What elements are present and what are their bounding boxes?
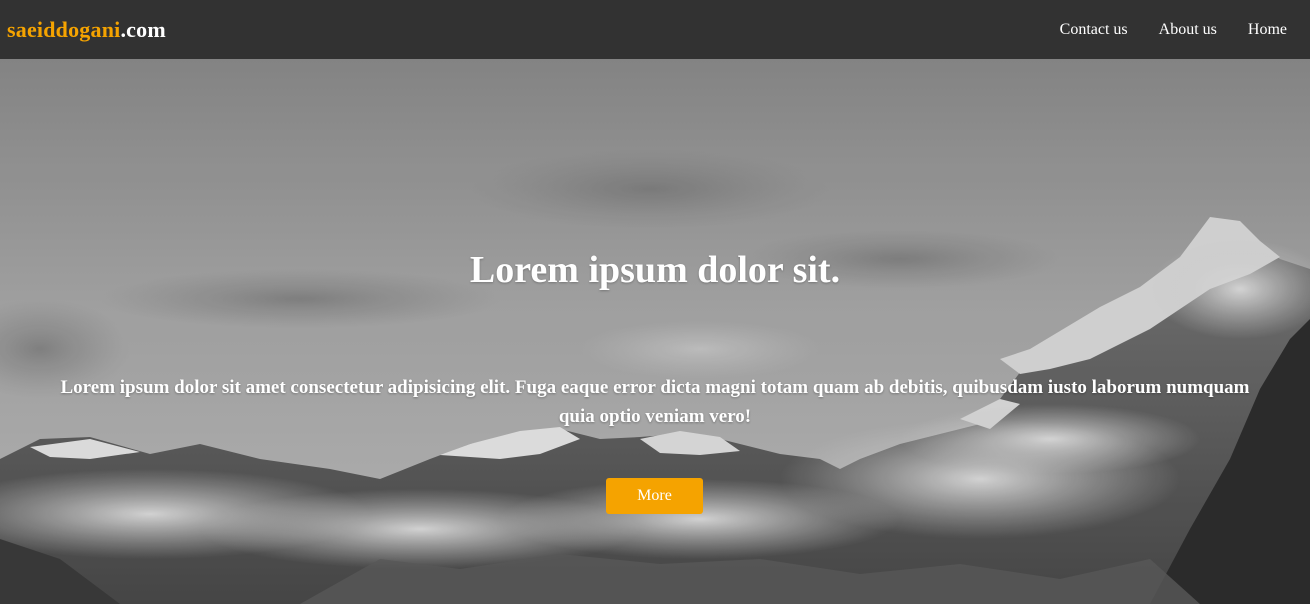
hero-description: Lorem ipsum dolor sit amet consectetur a… — [60, 377, 1250, 427]
logo-brand: saeiddogani — [7, 16, 121, 42]
nav-link-contact[interactable]: Contact us — [1060, 21, 1128, 39]
hero-section: Lorem ipsum dolor sit. Lorem ipsum dolor… — [0, 59, 1310, 604]
hero-title: Lorem ipsum dolor sit. — [469, 249, 841, 291]
more-button[interactable]: More — [606, 478, 703, 514]
nav-link-about[interactable]: About us — [1159, 21, 1217, 39]
nav-link-home[interactable]: Home — [1248, 21, 1287, 39]
navbar: saeiddogani.com Contact us About us Home — [0, 0, 1310, 59]
hero-content: Lorem ipsum dolor sit. Lorem ipsum dolor… — [0, 59, 1310, 604]
nav-links: Contact us About us Home — [1060, 21, 1287, 39]
site-logo[interactable]: saeiddogani.com — [7, 17, 166, 43]
logo-tld: .com — [120, 16, 166, 42]
